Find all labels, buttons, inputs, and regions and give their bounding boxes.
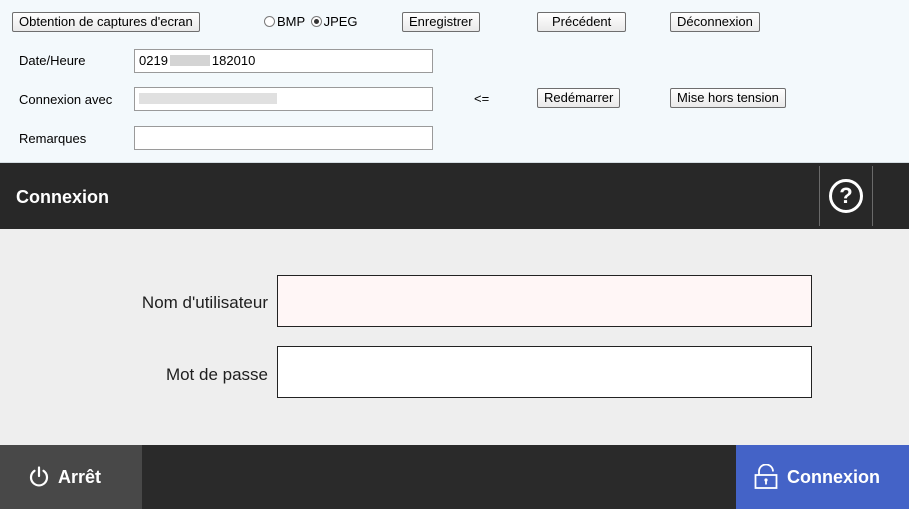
- datetime-field[interactable]: 0219 182010: [134, 49, 433, 73]
- stop-label: Arrêt: [58, 466, 102, 487]
- previous-button[interactable]: Précédent: [537, 12, 627, 32]
- username-label: Nom d'utilisateur: [141, 293, 268, 312]
- connection-field[interactable]: [134, 87, 433, 111]
- redacted-host: [139, 93, 277, 105]
- datetime-suffix: 182010: [211, 53, 256, 68]
- power-icon: [28, 466, 50, 488]
- jpeg-label: JPEG: [323, 14, 358, 29]
- restart-button[interactable]: Redémarrer: [537, 88, 621, 108]
- footer-bar: Arrêt Connexion: [0, 445, 909, 509]
- login-button[interactable]: Connexion: [736, 445, 909, 509]
- remarks-field[interactable]: [134, 126, 433, 150]
- power-off-button[interactable]: Mise hors tension: [670, 88, 786, 108]
- stop-button[interactable]: Arrêt: [0, 445, 142, 509]
- help-circle-icon: ?: [829, 179, 863, 213]
- unlock-icon: [753, 464, 779, 490]
- datetime-prefix: 0219: [139, 53, 168, 68]
- remarks-label: Remarques: [19, 131, 87, 146]
- password-input[interactable]: [277, 346, 812, 398]
- redacted-block: [169, 55, 210, 67]
- datetime-label: Date/Heure: [19, 53, 86, 68]
- image-format-group: BMP JPEG: [262, 13, 358, 31]
- connection-label: Connexion avec: [19, 92, 113, 107]
- username-input[interactable]: [277, 275, 812, 327]
- jpeg-radio[interactable]: [310, 16, 322, 28]
- bmp-radio[interactable]: [264, 16, 275, 28]
- password-label: Mot de passe: [165, 365, 268, 384]
- login-form: Nom d'utilisateur Mot de passe: [0, 229, 909, 445]
- logout-button[interactable]: Déconnexion: [670, 12, 760, 32]
- login-label: Connexion: [787, 466, 880, 487]
- save-button[interactable]: Enregistrer: [402, 12, 480, 32]
- bmp-label: BMP: [277, 14, 305, 29]
- arrow-indicator: <=: [474, 91, 490, 106]
- page-title: Connexion: [16, 187, 109, 207]
- page-header: Connexion ?: [0, 163, 909, 229]
- help-button[interactable]: ?: [819, 166, 873, 226]
- capture-screenshot-button[interactable]: Obtention de captures d'ecran: [12, 12, 200, 32]
- capture-toolbar: Obtention de captures d'ecran BMP JPEG E…: [0, 0, 909, 163]
